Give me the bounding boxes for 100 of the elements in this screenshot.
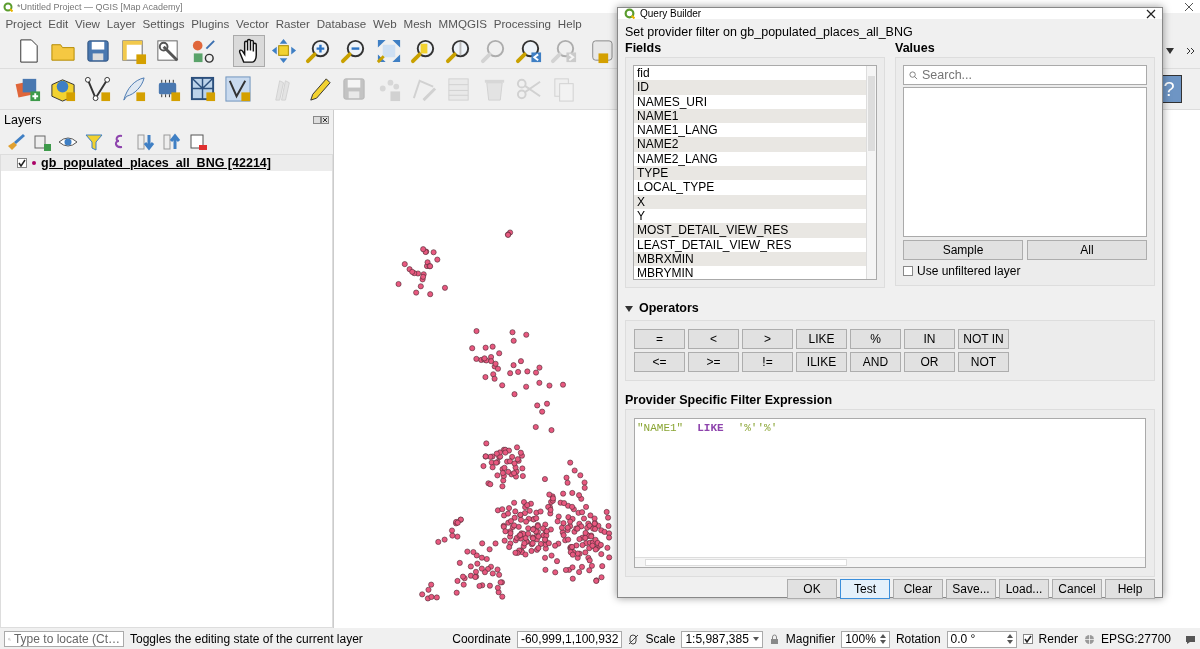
dialog-button[interactable]: Help: [1105, 579, 1155, 599]
field-item[interactable]: NAME1: [634, 108, 866, 124]
operator-button[interactable]: LIKE: [796, 329, 847, 349]
unfiltered-label: Use unfiltered layer: [917, 264, 1021, 278]
expression-heading: Provider Specific Filter Expression: [625, 393, 833, 407]
chevron-icon[interactable]: [1186, 46, 1196, 55]
field-item[interactable]: NAME1_LANG: [634, 123, 866, 138]
search-field[interactable]: Search...: [903, 65, 1147, 85]
expand-all-icon[interactable]: [136, 132, 156, 152]
menu-item[interactable]: Database: [313, 16, 370, 30]
render-label: Render: [1038, 632, 1078, 646]
fields-list[interactable]: fid ID NAMES_URI NAME1 NAME1_LANG NAME2 NAME2_LANG TYPE LOCAL_TYPE X Y MOST_DETAIL_VIEW_RES LEAST_DETAIL_VIEW_RES MBRXMIN MBRYMIN: [633, 65, 877, 280]
dropdown-arrow-icon[interactable]: [752, 637, 759, 641]
menu-item[interactable]: Edit: [44, 16, 72, 30]
dialog-button[interactable]: Save...: [946, 579, 996, 599]
rotation-spinbox[interactable]: 0.0 °: [946, 630, 1017, 648]
field-item[interactable]: TYPE: [634, 166, 866, 181]
operator-button[interactable]: OR: [904, 352, 955, 372]
dialog-button[interactable]: Load...: [999, 579, 1049, 599]
pan-icon[interactable]: [233, 34, 265, 67]
close-icon[interactable]: [1146, 8, 1156, 19]
collapse-arrow-icon[interactable]: [625, 305, 633, 313]
operator-button[interactable]: %: [850, 329, 901, 349]
field-item[interactable]: Y: [634, 208, 866, 224]
unfiltered-checkbox[interactable]: [903, 266, 913, 276]
paintbrush-icon[interactable]: [6, 132, 26, 152]
field-item[interactable]: NAME2: [634, 137, 866, 152]
values-button[interactable]: All: [1027, 240, 1147, 260]
layer-checkbox[interactable]: [17, 158, 27, 168]
field-item[interactable]: NAME2_LANG: [634, 151, 866, 167]
operator-button[interactable]: AND: [850, 352, 901, 372]
menu-item[interactable]: Processing: [490, 16, 555, 30]
render-checkbox[interactable]: [1022, 634, 1033, 644]
dock-buttons-icon[interactable]: [313, 116, 329, 124]
locator-field[interactable]: Type to locate (Ct…: [4, 631, 124, 647]
field-item[interactable]: MBRXMIN: [634, 251, 866, 267]
collapse-all-icon[interactable]: [162, 132, 182, 152]
dialog-button[interactable]: OK: [787, 579, 837, 599]
operators-heading[interactable]: Operators: [639, 301, 699, 317]
app-logo-icon: [3, 1, 13, 12]
messages-icon[interactable]: [1185, 633, 1196, 645]
operator-button[interactable]: ILIKE: [796, 352, 847, 372]
field-item[interactable]: ID: [634, 80, 866, 95]
add-group-icon[interactable]: [32, 132, 52, 152]
dialog-title: Query Builder: [640, 8, 702, 19]
operator-button[interactable]: NOT IN: [958, 329, 1009, 349]
operator-button[interactable]: <: [688, 329, 739, 349]
panel-title: Layers: [4, 113, 42, 127]
dialog-button[interactable]: Clear: [893, 579, 943, 599]
operator-button[interactable]: <=: [634, 352, 685, 372]
vertex-frame-icon[interactable]: [222, 73, 254, 105]
values-heading: Values: [895, 41, 935, 55]
coordinate-field[interactable]: -60,999,1,100,932: [516, 630, 623, 648]
fields-heading: Fields: [625, 41, 662, 55]
field-item[interactable]: MOST_DETAIL_VIEW_RES: [634, 223, 866, 238]
scrollbar[interactable]: [635, 557, 1145, 567]
dialog-button[interactable]: Cancel: [1052, 579, 1102, 599]
lock-icon[interactable]: [768, 633, 780, 645]
field-item[interactable]: fid: [634, 66, 866, 81]
status-message: Toggles the editing state of the current layer: [130, 632, 363, 646]
scale-combo[interactable]: 1:5,987,385: [681, 630, 763, 648]
close-icon[interactable]: [1184, 1, 1194, 12]
operator-button[interactable]: =: [634, 329, 685, 349]
field-item[interactable]: LEAST_DETAIL_VIEW_RES: [634, 237, 866, 252]
field-item[interactable]: X: [634, 194, 866, 209]
globe-icon[interactable]: [1083, 633, 1095, 645]
menu-item[interactable]: Vector: [232, 16, 273, 30]
menu-item[interactable]: Layer: [103, 16, 140, 30]
menu-item[interactable]: Mesh: [400, 16, 436, 30]
magnifier-spinbox[interactable]: 100%: [841, 630, 890, 648]
window-title: *Untitled Project — QGIS [Map Academy]: [17, 1, 183, 12]
menu-item[interactable]: Help: [554, 16, 586, 30]
filter-icon[interactable]: [84, 132, 104, 152]
field-item[interactable]: MBRYMIN: [634, 266, 866, 281]
dropdown-arrow-icon[interactable]: [1166, 47, 1174, 54]
values-button[interactable]: Sample: [903, 240, 1023, 260]
menu-item[interactable]: View: [71, 16, 104, 30]
operator-button[interactable]: IN: [904, 329, 955, 349]
dialog-button[interactable]: Test: [840, 579, 890, 599]
menu-item[interactable]: Raster: [272, 16, 314, 30]
point-symbol-icon: [32, 161, 36, 165]
menu-item[interactable]: Project: [2, 16, 45, 30]
remove-layer-icon[interactable]: [188, 132, 208, 152]
field-item[interactable]: LOCAL_TYPE: [634, 180, 866, 195]
operator-button[interactable]: >=: [688, 352, 739, 372]
spin-arrows-icon[interactable]: [879, 634, 886, 644]
scrollbar[interactable]: [866, 66, 876, 279]
field-item[interactable]: NAMES_URI: [634, 94, 866, 109]
spin-arrows-icon[interactable]: [1006, 634, 1013, 644]
menu-item[interactable]: Web: [369, 16, 401, 30]
operator-button[interactable]: NOT: [958, 352, 1009, 372]
rotation-label: Rotation: [895, 632, 941, 646]
menu-item[interactable]: Plugins: [187, 16, 233, 30]
expression-editor[interactable]: "NAME1" LIKE '%''%': [634, 418, 1146, 568]
menu-item[interactable]: Settings: [139, 16, 188, 30]
operator-button[interactable]: >: [742, 329, 793, 349]
crs-label[interactable]: EPSG:27700: [1100, 632, 1171, 646]
search-icon: [909, 71, 918, 80]
operator-button[interactable]: !=: [742, 352, 793, 372]
menu-item[interactable]: MMQGIS: [435, 16, 491, 30]
